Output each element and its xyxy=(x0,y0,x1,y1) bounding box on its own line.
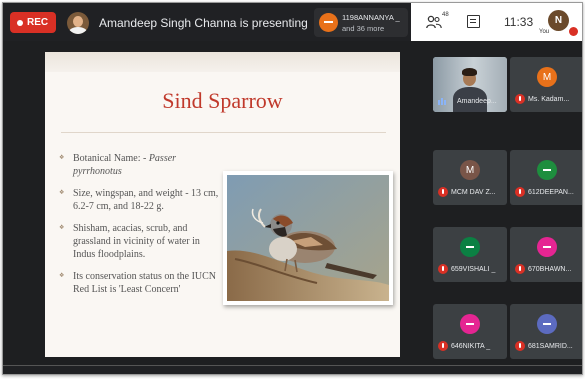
bullet-size: Size, wingspan, and weight - 13 cm, 6.2-… xyxy=(59,187,219,213)
participants-panel: Amandeep... M Ms. Kadam... M MCM DAV Z..… xyxy=(433,57,582,362)
participant-avatar xyxy=(537,237,557,257)
participant-name: MCM DAV Z... xyxy=(451,189,496,196)
self-label: You xyxy=(539,29,550,35)
participant-tile[interactable]: 612DEEPAN... xyxy=(510,150,582,205)
participant-name: 612DEEPAN... xyxy=(528,189,574,196)
participant-name: Amandeep... xyxy=(457,98,497,105)
bullet-habitat: Shisham, acacias, scrub, and grassland i… xyxy=(59,222,219,261)
participant-avatar xyxy=(460,314,480,334)
self-avatar[interactable]: N xyxy=(548,10,569,31)
participant-tile[interactable]: 646NIKITA _ xyxy=(433,304,507,359)
participant-name: 659VISHALI _ xyxy=(451,266,496,273)
sparrow-photo xyxy=(223,171,393,305)
meeting-controls: 48 11:33 N You xyxy=(411,3,582,41)
mic-off-icon xyxy=(438,187,448,197)
slide-header-band xyxy=(45,52,400,72)
participant-name: 681SAMRID... xyxy=(528,343,573,350)
people-icon[interactable] xyxy=(426,15,442,29)
participants-chip[interactable]: 1198ANNANYA _ and 36 more xyxy=(314,8,408,37)
participant-tile[interactable]: M MCM DAV Z... xyxy=(433,150,507,205)
slide-divider xyxy=(61,132,386,133)
participant-name: Ms. Kadam... xyxy=(528,96,570,103)
presenter-avatar xyxy=(67,12,89,34)
participant-tile[interactable]: 659VISHALI _ xyxy=(433,227,507,282)
mic-off-icon xyxy=(515,187,525,197)
participant-tile[interactable]: 670BHAWN... xyxy=(510,227,582,282)
participant-avatar: M xyxy=(460,160,480,180)
people-count: 48 xyxy=(442,12,449,18)
participant-avatar: M xyxy=(537,67,557,87)
mic-off-icon xyxy=(569,27,578,36)
participant-avatar xyxy=(460,237,480,257)
participants-chip-name: 1198ANNANYA _ xyxy=(342,13,400,22)
chat-icon[interactable] xyxy=(467,15,480,28)
mic-off-icon xyxy=(515,341,525,351)
participant-tile[interactable]: 681SAMRID... xyxy=(510,304,582,359)
participant-name: 670BHAWN... xyxy=(528,266,572,273)
participant-avatar xyxy=(537,314,557,334)
meet-window: REC Amandeep Singh Channa is presenting … xyxy=(2,2,583,375)
audio-level-icon xyxy=(438,98,446,105)
slide-bullets: Botanical Name: - Passer pyrrhonotus Siz… xyxy=(59,152,219,305)
participant-avatar xyxy=(537,160,557,180)
participant-avatar xyxy=(319,13,338,32)
recording-badge: REC xyxy=(10,12,56,33)
bottom-strip xyxy=(3,365,582,374)
recording-label: REC xyxy=(27,17,49,28)
clock-time: 11:33 xyxy=(504,15,534,29)
mic-off-icon xyxy=(515,94,525,104)
participant-tile[interactable]: M Ms. Kadam... xyxy=(510,57,582,112)
participant-tile-presenter[interactable]: Amandeep... xyxy=(433,57,507,112)
mic-off-icon xyxy=(515,264,525,274)
presentation-slide: Sind Sparrow Botanical Name: - Passer py… xyxy=(45,52,400,357)
participant-name: 646NIKITA _ xyxy=(451,343,491,350)
recording-dot-icon xyxy=(17,19,23,26)
top-bar: REC Amandeep Singh Channa is presenting … xyxy=(3,3,582,41)
presenting-text: Amandeep Singh Channa is presenting xyxy=(99,16,308,30)
mic-off-icon xyxy=(438,264,448,274)
bullet-botanical-name: Botanical Name: - Passer pyrrhonotus xyxy=(59,152,219,178)
slide-title: Sind Sparrow xyxy=(162,88,283,113)
mic-off-icon xyxy=(438,341,448,351)
participants-chip-more: and 36 more xyxy=(342,24,385,33)
bullet-conservation: Its conservation status on the IUCN Red … xyxy=(59,270,219,296)
